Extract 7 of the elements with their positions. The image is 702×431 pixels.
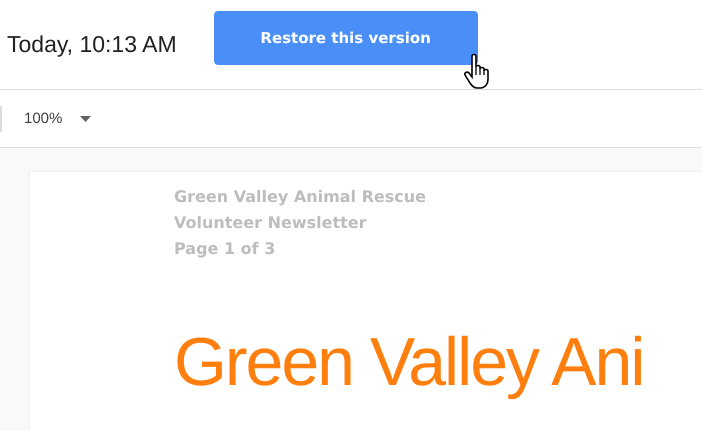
version-timestamp: Today, 10:13 AM <box>7 31 177 58</box>
dropdown-caret-icon[interactable] <box>80 116 92 122</box>
document-header-line: Green Valley Animal Rescue <box>174 186 428 208</box>
document-header-line: Volunteer Newsletter <box>174 212 368 234</box>
document-header-line: Page 1 of 3 <box>174 238 276 260</box>
document-title: Green Valley Ani <box>174 323 644 402</box>
zoom-level[interactable]: 100% <box>24 110 62 127</box>
